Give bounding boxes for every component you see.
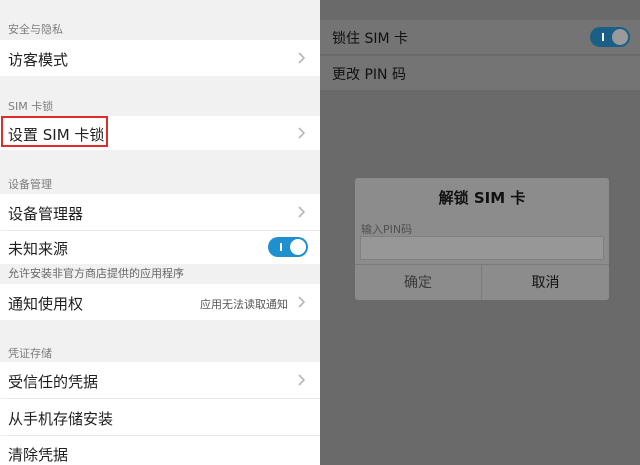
setting-notification-access-label: 通知使用权 <box>8 295 84 313</box>
toggle-knob <box>290 239 306 255</box>
chevron-right-icon <box>298 296 306 308</box>
setting-change-pin-label: 更改 PIN 码 <box>332 67 406 83</box>
setting-install-from-storage-label: 从手机存储安装 <box>8 410 114 428</box>
toggle-on-indicator <box>280 243 282 251</box>
ok-button[interactable]: 确定 <box>355 265 482 300</box>
unknown-sources-toggle[interactable] <box>268 237 308 257</box>
pin-input[interactable] <box>360 236 604 260</box>
setting-notification-access[interactable]: 通知使用权 应用无法读取通知 <box>0 284 320 320</box>
setting-lock-sim-label: 锁住 SIM 卡 <box>332 31 408 47</box>
setting-device-manager-label: 设备管理器 <box>8 205 84 223</box>
chevron-right-icon <box>298 206 306 218</box>
cancel-button[interactable]: 取消 <box>482 265 609 300</box>
section-header-sim-lock: SIM 卡锁 <box>8 100 54 113</box>
chevron-right-icon <box>298 127 306 139</box>
highlight-annotation-box <box>1 116 108 147</box>
setting-guest-mode[interactable]: 访客模式 <box>0 40 320 76</box>
section-header-security: 安全与隐私 <box>8 23 63 36</box>
setting-notification-access-value: 应用无法读取通知 <box>200 298 288 311</box>
chevron-right-icon <box>298 374 306 386</box>
dialog-button-bar: 确定 取消 <box>355 264 609 300</box>
setting-install-from-storage[interactable]: 从手机存储安装 <box>0 399 320 435</box>
sim-lock-panel: 锁住 SIM 卡 更改 PIN 码 解锁 SIM 卡 输入PIN码 确定 取消 <box>320 0 640 465</box>
setting-guest-mode-label: 访客模式 <box>8 51 69 69</box>
pin-input-hint: 输入PIN码 <box>361 223 413 236</box>
setting-change-pin[interactable]: 更改 PIN 码 <box>320 56 640 90</box>
setting-unknown-sources[interactable]: 未知来源 <box>0 231 320 264</box>
setting-clear-credentials-label: 清除凭据 <box>8 446 69 464</box>
setting-device-manager[interactable]: 设备管理器 <box>0 194 320 230</box>
setting-lock-sim[interactable]: 锁住 SIM 卡 <box>320 20 640 54</box>
section-header-device-mgmt: 设备管理 <box>8 178 52 191</box>
setting-trusted-credentials-label: 受信任的凭据 <box>8 373 99 391</box>
section-header-credential-storage: 凭证存储 <box>8 347 52 360</box>
unknown-sources-description: 允许安装非官方商店提供的应用程序 <box>8 267 184 280</box>
settings-panel: 安全与隐私 访客模式 SIM 卡锁 设置 SIM 卡锁 设备管理 设备管理器 未… <box>0 0 320 465</box>
setting-clear-credentials[interactable]: 清除凭据 <box>0 436 320 465</box>
unlock-sim-dialog: 解锁 SIM 卡 输入PIN码 确定 取消 <box>355 178 609 300</box>
toggle-knob <box>612 29 628 45</box>
toggle-on-indicator <box>602 33 604 41</box>
setting-unknown-sources-label: 未知来源 <box>8 240 69 258</box>
lock-sim-toggle[interactable] <box>590 27 630 47</box>
setting-trusted-credentials[interactable]: 受信任的凭据 <box>0 362 320 398</box>
dialog-title: 解锁 SIM 卡 <box>438 189 526 207</box>
chevron-right-icon <box>298 52 306 64</box>
